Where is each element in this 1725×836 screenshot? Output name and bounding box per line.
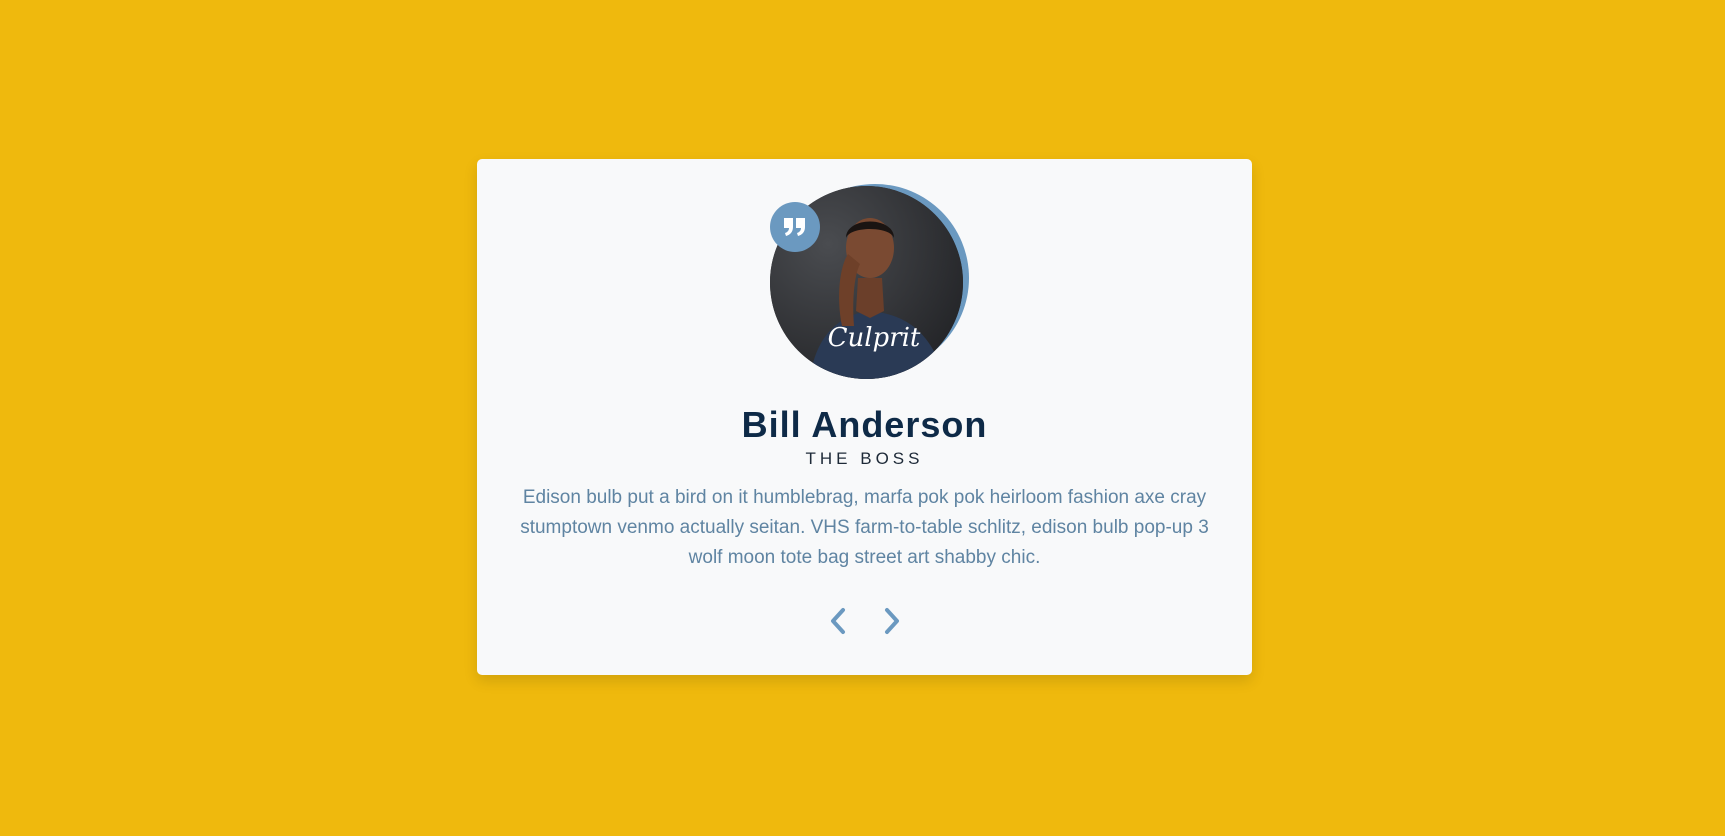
testimonial-role: THE BOSS bbox=[805, 449, 924, 468]
prev-button[interactable] bbox=[822, 605, 854, 637]
testimonial-name: Bill Anderson bbox=[741, 404, 988, 445]
testimonial-text: Edison bulb put a bird on it humblebrag,… bbox=[520, 487, 1209, 568]
quote-badge bbox=[770, 202, 820, 252]
chevron-left-icon bbox=[830, 608, 845, 634]
next-button[interactable] bbox=[876, 605, 908, 637]
carousel-nav bbox=[477, 605, 1252, 637]
quote-icon bbox=[784, 218, 805, 236]
shirt-print: Culprit bbox=[828, 323, 921, 353]
testimonial-card: Culprit Bill Anderson THE BOSS Edison bu… bbox=[477, 159, 1252, 675]
chevron-right-icon bbox=[884, 608, 899, 634]
avatar-container: Culprit bbox=[770, 184, 975, 389]
